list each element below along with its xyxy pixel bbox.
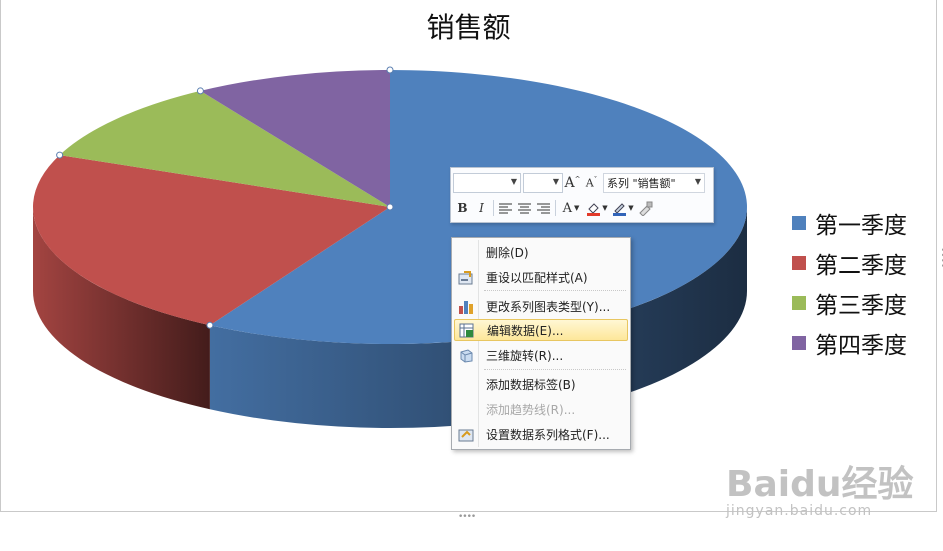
selection-handle[interactable] [386, 203, 394, 211]
menu-separator [484, 290, 626, 291]
format-painter-button[interactable] [636, 199, 655, 218]
series-select[interactable]: 系列 "销售额" ▼ [603, 173, 705, 193]
legend-label: 第四季度 [815, 333, 907, 359]
chevron-down-icon: ▼ [628, 204, 634, 212]
legend-item-q2[interactable]: 第二季度 [792, 243, 907, 283]
edit-data-icon [459, 323, 474, 337]
bold-icon: B [457, 201, 468, 215]
menu-item-label: 删除(D) [486, 245, 529, 260]
reset-style-icon [458, 270, 473, 284]
line-color-button[interactable]: ▼ [610, 199, 636, 218]
align-right-button[interactable] [534, 199, 553, 218]
chart-type-icon [459, 300, 473, 314]
baidu-jingyan-logo: Baidu经验 [726, 464, 914, 505]
menu-item-label: 更改系列图表类型(Y)... [486, 299, 611, 314]
menu-item-edit-data[interactable]: 编辑数据(E)... [454, 319, 628, 341]
shrink-font-button[interactable]: Aˇ [582, 174, 601, 193]
fill-color-icon [587, 202, 601, 216]
menu-item-label: 设置数据系列格式(F)... [486, 427, 610, 442]
legend-swatch [792, 216, 806, 230]
legend-swatch [792, 256, 806, 270]
chevron-down-icon: ▼ [694, 177, 701, 186]
align-left-button[interactable] [496, 199, 515, 218]
toolbar-divider [493, 200, 494, 216]
legend-item-q3[interactable]: 第三季度 [792, 283, 907, 323]
toolbar-divider [555, 200, 556, 216]
font-color-icon: A [562, 200, 572, 216]
menu-separator [484, 369, 626, 370]
legend-swatch [792, 336, 806, 350]
mini-toolbar: ▼ ▼ A^ Aˇ 系列 "销售额" ▼ B I A ▼ ▼ ▼ [450, 167, 714, 223]
font-name-combo[interactable]: ▼ [453, 173, 521, 193]
fill-color-button[interactable]: ▼ [584, 199, 610, 218]
legend-swatch [792, 296, 806, 310]
menu-item-add-trendline[interactable]: 添加趋势线(R)... [454, 398, 628, 420]
legend-item-q1[interactable]: 第一季度 [792, 203, 907, 243]
format-painter-icon [639, 201, 653, 216]
format-series-icon [458, 429, 474, 441]
legend-label: 第三季度 [815, 293, 907, 319]
context-menu: 删除(D) 重设以匹配样式(A) 更改系列图表类型(Y)... 编辑数据(E).… [451, 237, 631, 450]
shrink-font-icon: Aˇ [585, 176, 598, 190]
series-select-value: 系列 "销售额" [607, 177, 676, 190]
italic-icon: I [479, 201, 484, 215]
italic-button[interactable]: I [472, 199, 491, 218]
align-center-icon [518, 203, 531, 213]
menu-item-reset-style[interactable]: 重设以匹配样式(A) [454, 266, 628, 288]
resize-grip-icon[interactable]: •••• [458, 512, 476, 522]
legend-label: 第二季度 [815, 253, 907, 279]
grow-font-icon: A^ [564, 175, 581, 191]
legend-label: 第一季度 [815, 213, 907, 239]
menu-item-add-data-labels[interactable]: 添加数据标签(B) [454, 373, 628, 395]
selection-handle[interactable] [56, 151, 64, 159]
menu-item-label: 添加数据标签(B) [486, 377, 576, 392]
selection-handle[interactable] [386, 66, 394, 74]
chevron-down-icon: ▼ [510, 177, 517, 186]
resize-grip-icon[interactable]: •••• [937, 247, 943, 268]
bold-button[interactable]: B [453, 199, 472, 218]
selection-handle[interactable] [196, 87, 204, 95]
font-size-combo[interactable]: ▼ [523, 173, 563, 193]
font-color-glyph: A [562, 200, 572, 216]
chevron-down-icon: ▼ [574, 204, 580, 212]
menu-item-label: 重设以匹配样式(A) [486, 270, 588, 285]
menu-item-3d-rotation[interactable]: 三维旋转(R)... [454, 344, 628, 366]
chevron-down-icon: ▼ [552, 177, 559, 186]
menu-item-label: 三维旋转(R)... [486, 348, 564, 363]
menu-item-format-series[interactable]: 设置数据系列格式(F)... [454, 423, 628, 445]
selection-handle[interactable] [206, 321, 214, 329]
menu-item-delete[interactable]: 删除(D) [454, 241, 628, 263]
menu-item-change-chart-type[interactable]: 更改系列图表类型(Y)... [454, 295, 628, 317]
line-color-icon [613, 202, 627, 216]
menu-item-label: 编辑数据(E)... [487, 323, 564, 338]
align-center-button[interactable] [515, 199, 534, 218]
chevron-down-icon: ▼ [602, 204, 608, 212]
align-right-icon [537, 203, 550, 213]
grow-font-button[interactable]: A^ [563, 174, 582, 193]
watermark: Baidu经验 jingyan.baidu.com [726, 455, 916, 535]
legend-item-q4[interactable]: 第四季度 [792, 323, 907, 363]
font-color-button[interactable]: A ▼ [558, 199, 584, 218]
chart-legend[interactable]: 第一季度 第二季度 第三季度 第四季度 [792, 203, 907, 363]
menu-item-label: 添加趋势线(R)... [486, 402, 576, 417]
align-left-icon [499, 203, 512, 213]
3d-rotation-icon [460, 348, 473, 363]
